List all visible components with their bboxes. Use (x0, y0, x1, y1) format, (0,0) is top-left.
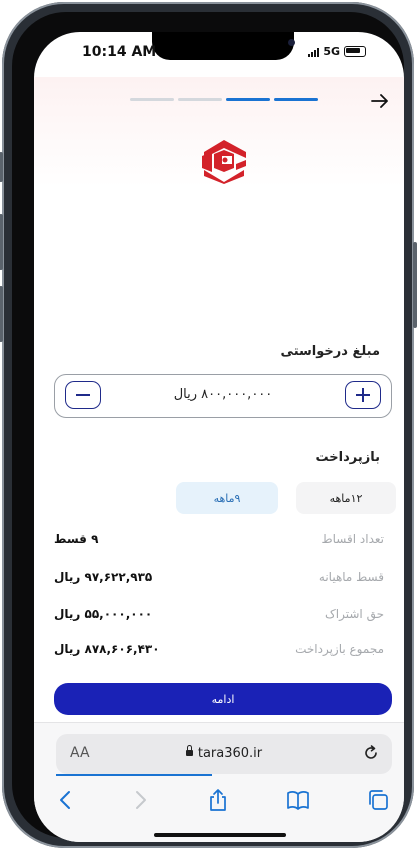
minus-icon[interactable] (65, 381, 101, 409)
tabs-icon[interactable] (366, 788, 390, 812)
home-indicator (154, 833, 286, 837)
detail-value: ۸۷۸,۶۰۶,۴۳۰ ریال (54, 642, 160, 656)
phone-frame: 10:14 AM 5G مبلغ درخواستی ۸۰۰,۰۰۰,۰۰۰ ری… (0, 2, 417, 848)
reload-icon[interactable] (362, 744, 380, 762)
step-progress (130, 98, 318, 101)
option-9-months[interactable]: ۹ماهه (176, 482, 278, 514)
chevron-right-icon[interactable] (128, 788, 152, 812)
progress-step (274, 98, 318, 101)
bank-logo (202, 140, 246, 184)
plus-icon[interactable] (345, 381, 381, 409)
status-time: 10:14 AM (82, 44, 157, 60)
bezel: 10:14 AM 5G مبلغ درخواستی ۸۰۰,۰۰۰,۰۰۰ ری… (12, 12, 404, 842)
detail-key: تعداد اقساط (321, 532, 384, 546)
detail-key: قسط ماهیانه (318, 570, 384, 584)
power-button (413, 242, 417, 328)
battery-icon (344, 46, 366, 57)
detail-value: ۵۵,۰۰۰,۰۰۰ ریال (54, 607, 153, 621)
progress-step (178, 98, 222, 101)
detail-row-total: مجموع بازپرداخت ۸۷۸,۶۰۶,۴۳۰ ریال (54, 642, 384, 662)
page-load-progress (56, 774, 212, 776)
requested-amount-label: مبلغ درخواستی (280, 344, 380, 359)
status-icons: 5G (308, 45, 366, 58)
share-icon[interactable] (206, 788, 230, 812)
book-icon[interactable] (286, 788, 310, 812)
detail-row-monthly: قسط ماهیانه ۹۷,۶۲۲,۹۳۵ ریال (54, 570, 384, 590)
chevron-left-icon[interactable] (54, 788, 78, 812)
detail-key: مجموع بازپرداخت (295, 642, 384, 656)
detail-row-installments: تعداد اقساط ۹ قسط (54, 532, 384, 552)
repayment-label: بازپرداخت (315, 450, 380, 465)
notch (152, 32, 295, 60)
network-label: 5G (323, 45, 340, 58)
detail-row-subscription: حق اشتراک ۵۵,۰۰۰,۰۰۰ ریال (54, 607, 384, 627)
arrow-right-icon[interactable] (370, 92, 390, 110)
option-12-months[interactable]: ۱۲ماهه (296, 482, 396, 514)
progress-step (226, 98, 270, 101)
volume-down-button (0, 286, 3, 342)
front-camera (288, 39, 295, 46)
detail-value: ۹۷,۶۲۲,۹۳۵ ریال (54, 570, 153, 584)
continue-button[interactable]: ادامه (54, 683, 392, 715)
detail-key: حق اشتراک (325, 607, 384, 621)
screen: 10:14 AM 5G مبلغ درخواستی ۸۰۰,۰۰۰,۰۰۰ ری… (34, 32, 404, 842)
url-display[interactable]: tara360.ir (56, 745, 392, 761)
detail-value: ۹ قسط (54, 532, 99, 546)
url-text: tara360.ir (197, 746, 263, 761)
amount-stepper: ۸۰۰,۰۰۰,۰۰۰ ریال (54, 374, 392, 418)
mute-switch (0, 152, 3, 182)
amount-value: ۸۰۰,۰۰۰,۰۰۰ ریال (173, 387, 273, 402)
signal-icon (308, 47, 320, 57)
address-bar[interactable]: AA tara360.ir (56, 734, 392, 774)
lock-icon (185, 745, 193, 756)
volume-up-button (0, 214, 3, 270)
progress-step (130, 98, 174, 101)
